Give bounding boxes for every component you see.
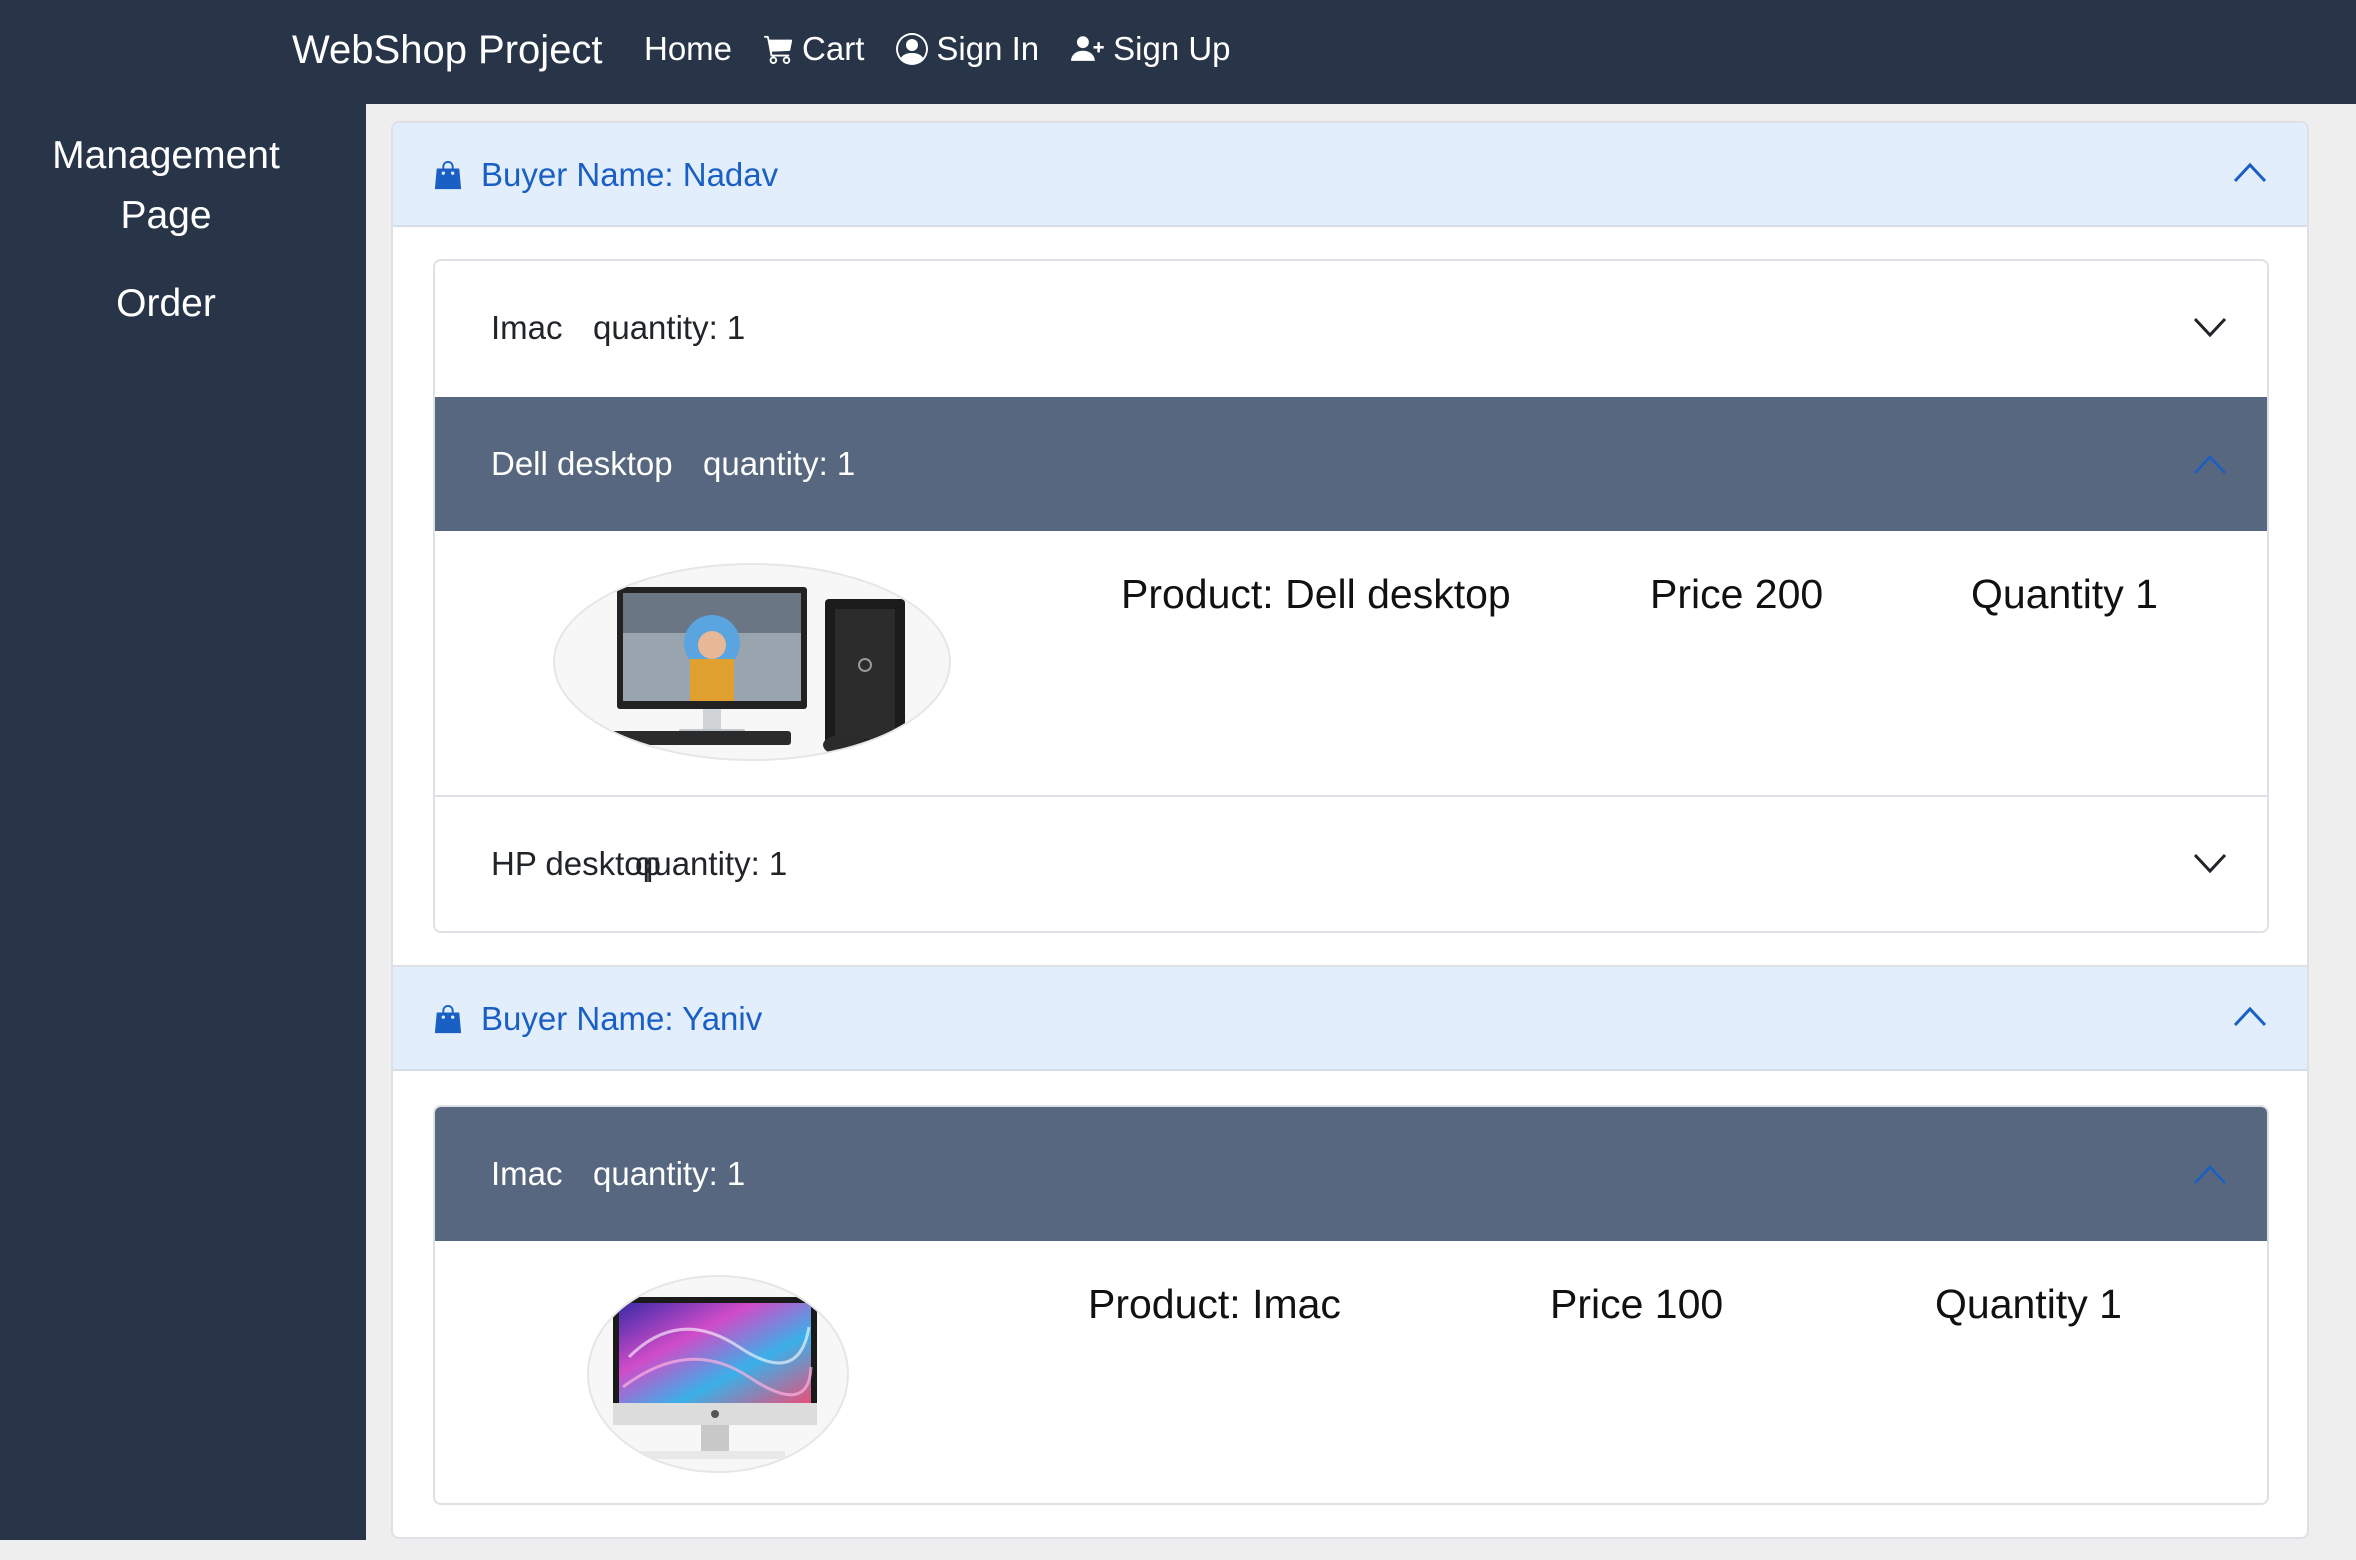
top-navbar: WebShop Project Home Cart Sign In Sign U… — [0, 0, 2356, 104]
nav-cart-label: Cart — [802, 30, 865, 67]
sidebar-title: Management Page — [0, 126, 332, 246]
orders-accordion: Buyer Name: Nadav Imac quantity: 1 Dell … — [391, 121, 2309, 1539]
item-header-dell-desktop[interactable]: Dell desktop quantity: 1 — [435, 397, 2267, 531]
brand-logo[interactable]: WebShop Project — [292, 24, 603, 76]
sidebar-title-line1: Management — [52, 134, 280, 177]
chevron-down-icon — [2193, 317, 2227, 338]
item-header-imac[interactable]: Imac quantity: 1 — [435, 261, 2267, 397]
shopping-bag-icon — [434, 160, 462, 190]
cart-icon — [764, 35, 793, 64]
buyer-name: Buyer Name: Yaniv — [481, 1000, 763, 1037]
buyer-name: Buyer Name: Nadav — [481, 156, 779, 193]
order-items-yaniv: Imac quantity: 1 Product: Imac Price 100… — [433, 1105, 2269, 1505]
order-items-nadav: Imac quantity: 1 Dell desktop quantity: … — [433, 259, 2269, 933]
buyer-header-yaniv[interactable]: Buyer Name: Yaniv — [393, 967, 2307, 1071]
item-name: Imac — [491, 309, 563, 346]
item-name: Dell desktop — [491, 445, 673, 482]
imac-image — [587, 1275, 849, 1473]
item-body-dell-desktop: Product: Dell desktop Price 200 Quantity… — [435, 531, 2267, 795]
chevron-down-icon — [2193, 853, 2227, 874]
item-body-imac: Product: Imac Price 100 Quantity 1 — [435, 1241, 2267, 1503]
buyer-header-nadav[interactable]: Buyer Name: Nadav — [393, 123, 2307, 227]
product-quantity: Quantity 1 — [1935, 1281, 2122, 1327]
product-name: Product: Imac — [1088, 1281, 1341, 1327]
user-plus-icon — [1071, 36, 1104, 61]
nav-signup-link[interactable]: Sign Up — [1071, 26, 1231, 72]
sidebar-title-line2: Page — [120, 194, 212, 237]
product-quantity: Quantity 1 — [1971, 571, 2158, 617]
nav-signin-label: Sign In — [936, 30, 1040, 67]
sidebar: Management Page Order — [0, 104, 366, 1540]
chevron-up-icon — [2194, 1165, 2226, 1184]
item-quantity: quantity: 1 — [593, 1155, 746, 1192]
nav-signup-label: Sign Up — [1113, 30, 1231, 67]
item-name: Imac — [491, 1155, 563, 1192]
chevron-up-icon — [2233, 1006, 2267, 1027]
chevron-up-icon — [2233, 162, 2267, 183]
item-header-hp-desktop[interactable]: HP desktop quantity: 1 — [435, 797, 2267, 931]
chevron-up-icon — [2194, 455, 2226, 474]
dell-desktop-image — [553, 563, 951, 761]
nav-home-link[interactable]: Home — [644, 26, 732, 72]
shopping-bag-icon — [434, 1004, 462, 1034]
item-quantity: quantity: 1 — [593, 309, 746, 346]
nav-cart-link[interactable]: Cart — [764, 26, 864, 72]
user-circle-icon — [896, 33, 929, 65]
item-quantity: quantity: 1 — [703, 445, 856, 482]
sidebar-item-order[interactable]: Order — [0, 274, 332, 334]
product-price: Price 100 — [1550, 1281, 1724, 1327]
item-header-imac[interactable]: Imac quantity: 1 — [435, 1107, 2267, 1241]
nav-signin-link[interactable]: Sign In — [896, 26, 1039, 72]
nav-home-label: Home — [644, 30, 733, 67]
item-quantity: quantity: 1 — [635, 845, 788, 882]
product-name: Product: Dell desktop — [1121, 571, 1511, 617]
product-price: Price 200 — [1650, 571, 1824, 617]
nav-links: Home Cart Sign In Sign Up — [644, 26, 1263, 72]
